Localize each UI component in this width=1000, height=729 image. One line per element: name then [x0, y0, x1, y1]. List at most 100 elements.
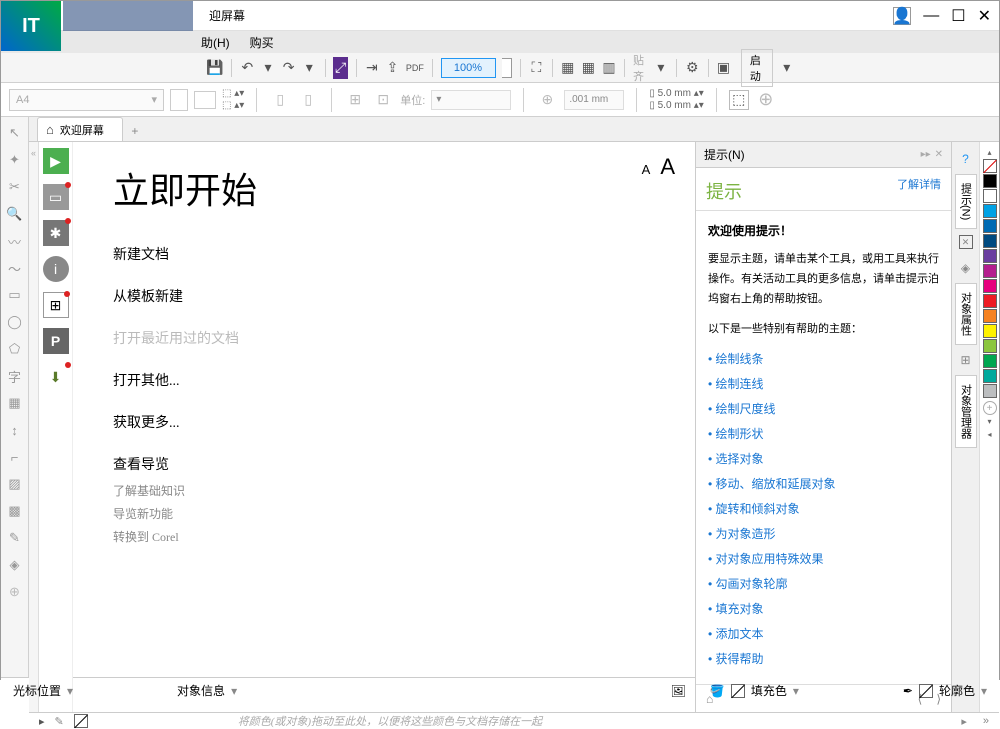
new-document-link[interactable]: 新建文档	[113, 244, 675, 264]
product-icon[interactable]: P	[43, 328, 69, 354]
dropdown-icon[interactable]: ▾	[654, 57, 669, 79]
fontsize-small-icon[interactable]: A	[642, 162, 651, 177]
no-color-swatch[interactable]	[983, 159, 997, 173]
zoom-dropdown[interactable]	[502, 58, 513, 78]
nudge-input[interactable]: .001 mm	[564, 90, 624, 110]
page-dims[interactable]: ⬚ ▴▾⬚ ▴▾	[222, 88, 244, 112]
tab-welcome[interactable]: ⌂ 欢迎屏幕	[37, 117, 123, 141]
palette-flyout-icon[interactable]: »	[983, 715, 989, 727]
hint-topic-link[interactable]: 填充对象	[708, 599, 939, 619]
close-button[interactable]: ✕	[978, 6, 991, 26]
get-started-icon[interactable]: ▶	[43, 148, 69, 174]
dimension-tool-icon[interactable]: ↕	[5, 420, 25, 440]
launch-button[interactable]: 启动	[741, 49, 774, 87]
color-swatch[interactable]	[983, 384, 997, 398]
workspace-icon[interactable]: ▭	[43, 184, 69, 210]
palette-right-icon[interactable]: ▸	[961, 715, 967, 728]
add-color-icon[interactable]: +	[983, 401, 997, 415]
color-swatch[interactable]	[983, 234, 997, 248]
info-icon[interactable]: i	[43, 256, 69, 282]
paper-size-select[interactable]: A4▾	[9, 89, 164, 111]
whatsnew-icon[interactable]: ✱	[43, 220, 69, 246]
menu-help[interactable]: 助(H)	[201, 34, 230, 51]
page-frame-icon[interactable]: ⬚	[729, 90, 749, 110]
portrait-icon[interactable]	[170, 89, 188, 111]
color-swatch[interactable]	[983, 189, 997, 203]
gallery-icon[interactable]: ⊞	[43, 292, 69, 318]
fill-swatch[interactable]	[731, 684, 745, 698]
color-swatch[interactable]	[983, 369, 997, 383]
pdf-icon[interactable]: PDF	[406, 57, 424, 79]
hint-topic-link[interactable]: 为对象造形	[708, 524, 939, 544]
connector-tool-icon[interactable]: ⌐	[5, 447, 25, 467]
hint-topic-link[interactable]: 旋转和倾斜对象	[708, 499, 939, 519]
color-swatch[interactable]	[983, 294, 997, 308]
outline-icon[interactable]: ✒	[903, 684, 913, 698]
crop-tool-icon[interactable]: ✂	[5, 177, 25, 197]
from-template-link[interactable]: 从模板新建	[113, 286, 675, 306]
units-icon2[interactable]: ⊡	[372, 89, 394, 111]
import-icon[interactable]: ⤢	[333, 57, 348, 79]
polygon-tool-icon[interactable]: ⬠	[5, 339, 25, 359]
palette-flyout-icon[interactable]: ◂	[987, 430, 991, 439]
color-swatch[interactable]	[983, 354, 997, 368]
no-color-swatch[interactable]	[74, 714, 88, 728]
hint-topic-link[interactable]: 绘制形状	[708, 424, 939, 444]
redo-icon[interactable]: ↷	[281, 57, 296, 79]
freehand-tool-icon[interactable]: 〰	[5, 231, 25, 251]
all-pages-icon[interactable]: ▯	[269, 89, 291, 111]
fontsize-large-icon[interactable]: A	[660, 154, 675, 180]
transparency-tool-icon[interactable]: ▩	[5, 501, 25, 521]
dropshadow-tool-icon[interactable]: ▨	[5, 474, 25, 494]
color-swatch[interactable]	[983, 249, 997, 263]
download-icon[interactable]: ⬇	[43, 364, 69, 390]
fullscreen-icon[interactable]: ⛶	[529, 57, 544, 79]
eyedropper-icon[interactable]: ✎	[55, 715, 64, 728]
dropdown-icon[interactable]: ▾	[302, 57, 317, 79]
rulers-icon[interactable]: ▦	[560, 57, 575, 79]
obj-mgr-icon[interactable]: ⊞	[957, 351, 975, 369]
publish-icon[interactable]: ⇪	[385, 57, 400, 79]
table-tool-icon[interactable]: ▦	[5, 393, 25, 413]
duplicate-distance[interactable]: ▯ 5.0 mm ▴▾ ▯ 5.0 mm ▴▾	[649, 88, 703, 112]
minimize-button[interactable]: —	[923, 7, 939, 25]
learn-basics-link[interactable]: 了解基础知识	[113, 482, 675, 499]
dock-tab-hints[interactable]: 提示(N)	[955, 174, 977, 229]
gear-icon[interactable]: ⚙	[685, 57, 700, 79]
dropdown-icon[interactable]: ▾	[981, 684, 987, 698]
rectangle-tool-icon[interactable]: ▭	[5, 285, 25, 305]
landscape-icon[interactable]	[194, 91, 216, 109]
dropdown-icon[interactable]: ▾	[779, 57, 794, 79]
account-icon[interactable]: 👤	[893, 7, 911, 25]
shape-tool-icon[interactable]: ✦	[5, 150, 25, 170]
new-tab-button[interactable]: +	[125, 121, 145, 141]
hint-topic-link[interactable]: 选择对象	[708, 449, 939, 469]
color-swatch[interactable]	[983, 279, 997, 293]
palette-left-icon[interactable]: ▸	[39, 715, 45, 728]
hint-topic-link[interactable]: 获得帮助	[708, 649, 939, 669]
panel-close-icon[interactable]: ✕	[935, 149, 943, 160]
save-icon[interactable]: 💾	[206, 57, 223, 79]
export-icon[interactable]: ⇥	[365, 57, 380, 79]
fill-icon[interactable]: 🪣	[710, 684, 725, 698]
whats-new-link[interactable]: 导览新功能	[113, 505, 675, 522]
artistic-tool-icon[interactable]: 〜	[5, 258, 25, 278]
color-swatch[interactable]	[983, 219, 997, 233]
pick-tool-icon[interactable]: ↖	[5, 123, 25, 143]
add-tool-icon[interactable]: ⊕	[5, 582, 25, 602]
obj-props-icon[interactable]: ◈	[957, 259, 975, 277]
color-swatch[interactable]	[983, 264, 997, 278]
help-icon[interactable]: ?	[957, 150, 975, 168]
text-tool-icon[interactable]: 字	[5, 366, 25, 386]
open-other-link[interactable]: 打开其他...	[113, 370, 675, 390]
undo-icon[interactable]: ↶	[240, 57, 255, 79]
hint-topic-link[interactable]: 绘制连线	[708, 374, 939, 394]
zoom-tool-icon[interactable]: 🔍	[5, 204, 25, 224]
hint-topic-link[interactable]: 绘制尺度线	[708, 399, 939, 419]
palette-up-icon[interactable]: ▴	[987, 148, 991, 157]
palette-down-icon[interactable]: ▾	[987, 417, 991, 426]
dock-tab-obj-props[interactable]: 对象属性	[955, 283, 977, 345]
ellipse-tool-icon[interactable]: ◯	[5, 312, 25, 332]
add-icon[interactable]: ⊕	[755, 89, 777, 111]
get-more-link[interactable]: 获取更多...	[113, 412, 675, 432]
